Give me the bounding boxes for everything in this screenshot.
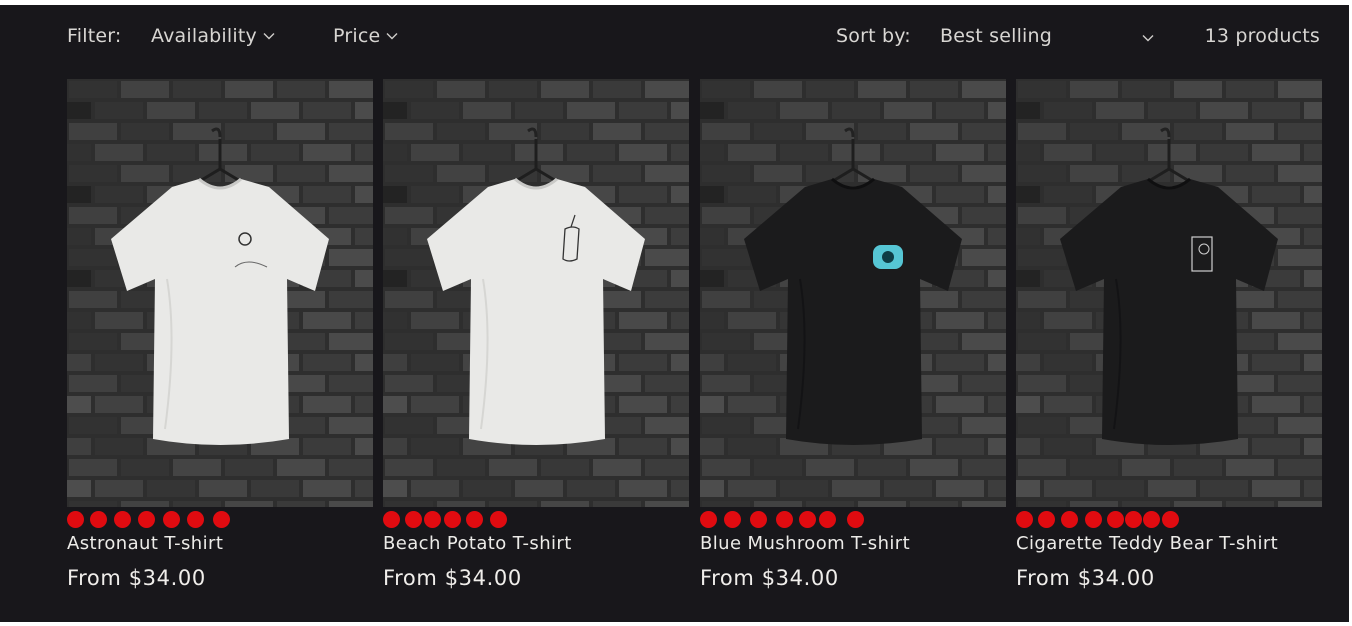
filter-sort-bar: Filter: Availability Price Sort by: Best… bbox=[0, 5, 1349, 77]
sort-value: Best selling bbox=[940, 25, 1053, 47]
color-swatch[interactable] bbox=[1125, 511, 1142, 528]
color-swatch[interactable] bbox=[67, 511, 84, 528]
product-price: From $34.00 bbox=[700, 566, 839, 590]
color-swatch[interactable] bbox=[847, 511, 864, 528]
color-swatch[interactable] bbox=[1016, 511, 1033, 528]
color-swatch[interactable] bbox=[724, 511, 741, 528]
product-count: 13 products bbox=[1204, 25, 1320, 47]
product-image[interactable] bbox=[67, 79, 373, 507]
product-title[interactable]: Astronaut T-shirt bbox=[67, 533, 223, 554]
color-swatch[interactable] bbox=[799, 511, 816, 528]
color-swatches bbox=[383, 511, 689, 531]
color-swatch[interactable] bbox=[90, 511, 107, 528]
color-swatch[interactable] bbox=[424, 511, 441, 528]
color-swatch[interactable] bbox=[1038, 511, 1055, 528]
color-swatch[interactable] bbox=[1162, 511, 1179, 528]
product-price: From $34.00 bbox=[1016, 566, 1155, 590]
product-title[interactable]: Cigarette Teddy Bear T-shirt bbox=[1016, 533, 1278, 554]
availability-filter-dropdown[interactable]: Availability bbox=[151, 25, 275, 47]
tshirt-photo bbox=[67, 79, 373, 507]
product-title[interactable]: Blue Mushroom T-shirt bbox=[700, 533, 910, 554]
color-swatches bbox=[1016, 511, 1322, 531]
color-swatch[interactable] bbox=[700, 511, 717, 528]
price-filter-dropdown[interactable]: Price bbox=[333, 25, 398, 47]
color-swatch[interactable] bbox=[819, 511, 836, 528]
color-swatch[interactable] bbox=[163, 511, 180, 528]
product-price: From $34.00 bbox=[383, 566, 522, 590]
sort-label: Sort by: bbox=[836, 25, 911, 47]
color-swatch[interactable] bbox=[444, 511, 461, 528]
collection-page: Filter: Availability Price Sort by: Best… bbox=[0, 5, 1349, 622]
product-image[interactable] bbox=[1016, 79, 1322, 507]
color-swatch[interactable] bbox=[490, 511, 507, 528]
chevron-down-icon bbox=[1142, 35, 1154, 42]
color-swatch[interactable] bbox=[187, 511, 204, 528]
chevron-down-icon bbox=[386, 32, 398, 39]
sort-select[interactable]: Best selling bbox=[940, 25, 1156, 47]
price-filter-label: Price bbox=[333, 25, 381, 47]
color-swatch[interactable] bbox=[114, 511, 131, 528]
color-swatches bbox=[700, 511, 1006, 531]
color-swatch[interactable] bbox=[466, 511, 483, 528]
color-swatch[interactable] bbox=[1107, 511, 1124, 528]
product-title[interactable]: Beach Potato T-shirt bbox=[383, 533, 572, 554]
color-swatches bbox=[67, 511, 373, 531]
product-image[interactable] bbox=[383, 79, 689, 507]
color-swatch[interactable] bbox=[1085, 511, 1102, 528]
color-swatch[interactable] bbox=[750, 511, 767, 528]
color-swatch[interactable] bbox=[405, 511, 422, 528]
tshirt-photo bbox=[1016, 79, 1322, 507]
color-swatch[interactable] bbox=[1143, 511, 1160, 528]
color-swatch[interactable] bbox=[776, 511, 793, 528]
color-swatch[interactable] bbox=[213, 511, 230, 528]
tshirt-photo bbox=[700, 79, 1006, 507]
color-swatch[interactable] bbox=[138, 511, 155, 528]
tshirt-photo bbox=[383, 79, 689, 507]
product-image[interactable] bbox=[700, 79, 1006, 507]
product-price: From $34.00 bbox=[67, 566, 206, 590]
color-swatch[interactable] bbox=[1061, 511, 1078, 528]
chevron-down-icon bbox=[263, 32, 275, 39]
filter-label: Filter: bbox=[67, 25, 122, 47]
availability-filter-label: Availability bbox=[151, 25, 257, 47]
color-swatch[interactable] bbox=[383, 511, 400, 528]
